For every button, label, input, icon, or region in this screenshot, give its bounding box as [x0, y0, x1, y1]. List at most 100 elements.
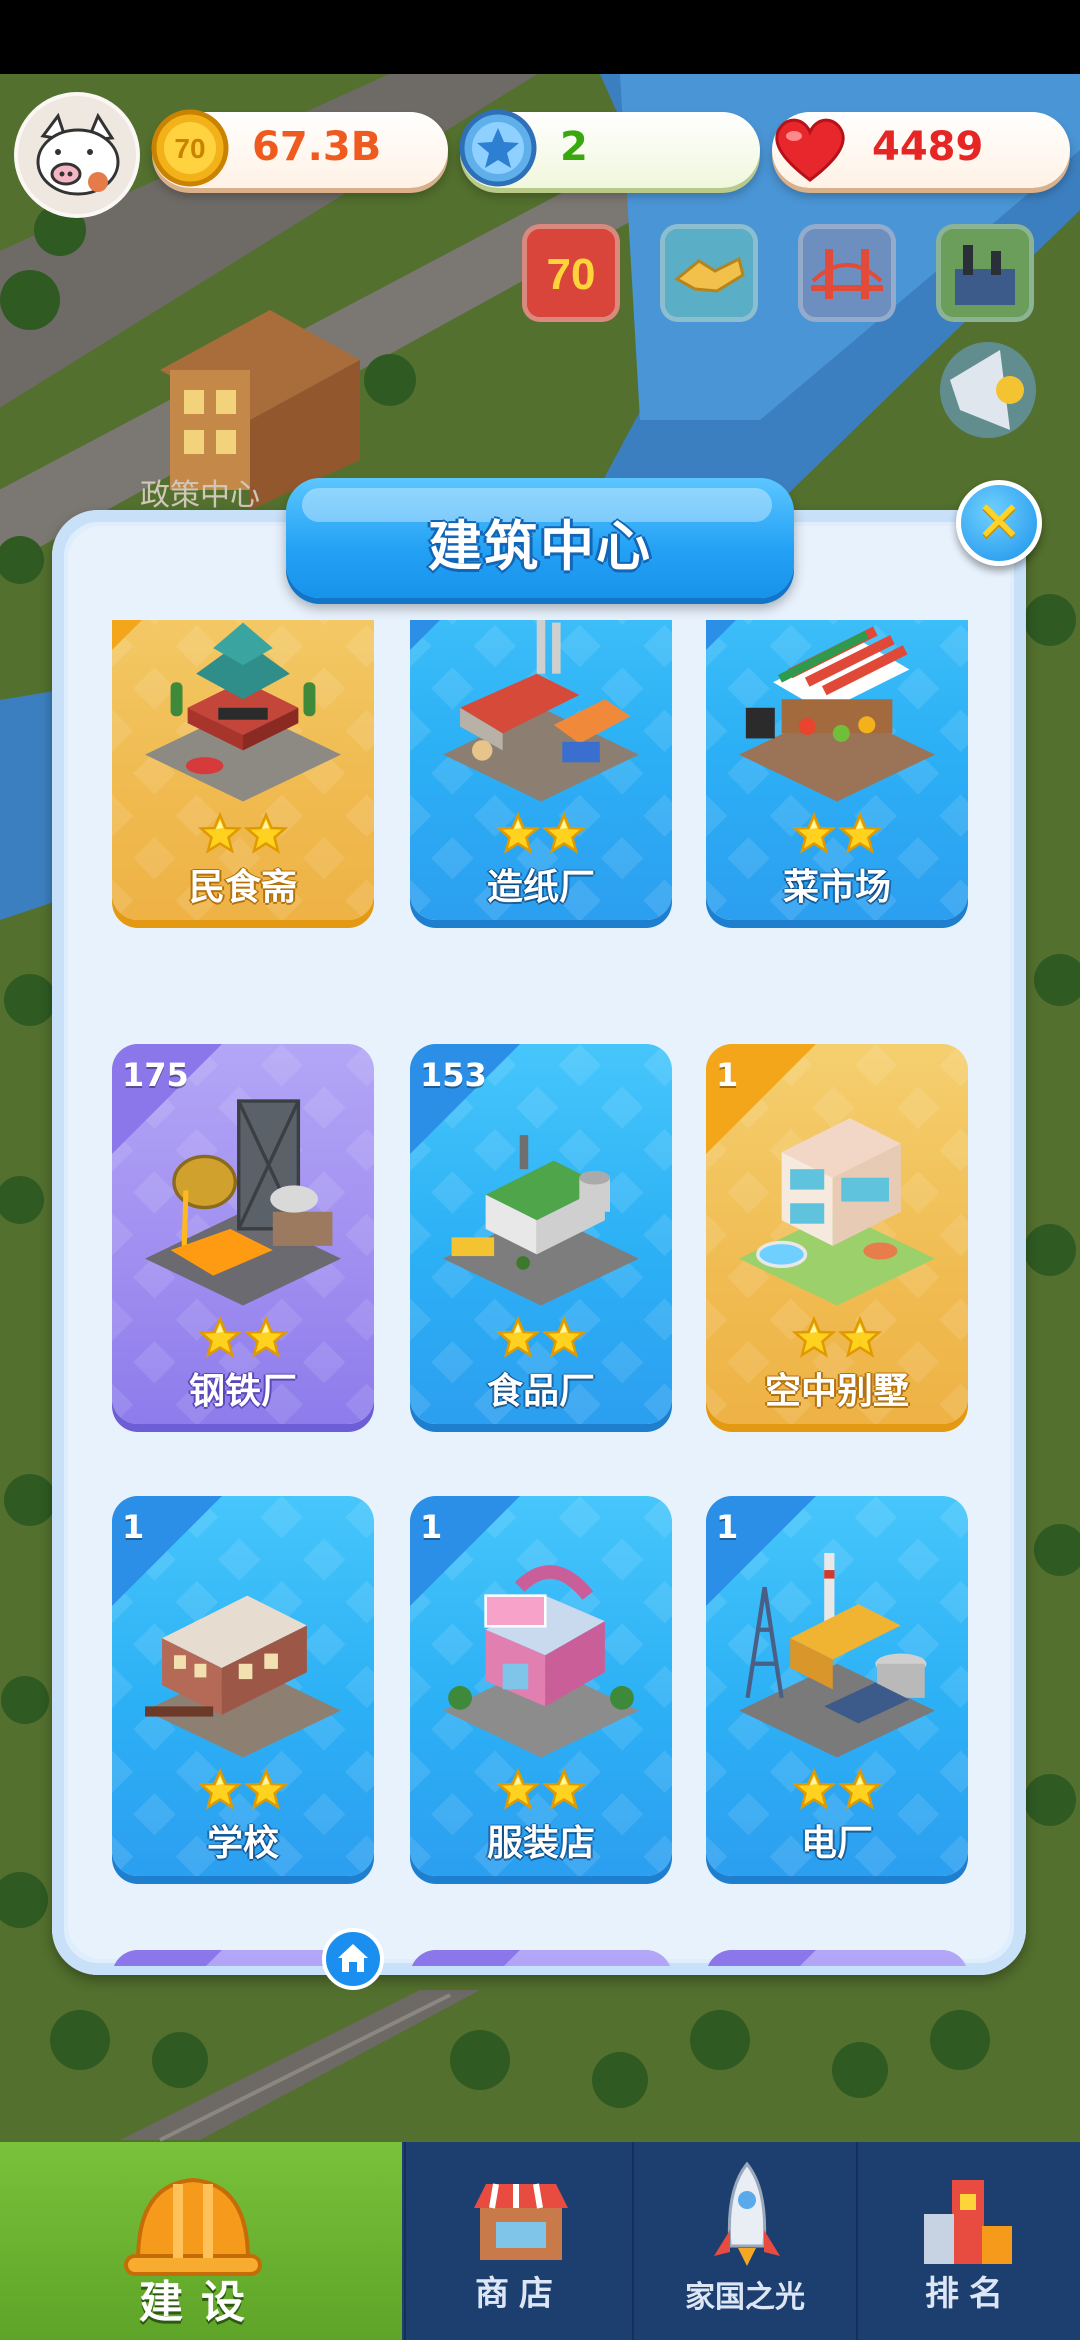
bridge-icon — [803, 229, 891, 317]
star-icon — [244, 812, 288, 854]
building-card[interactable]: 225造纸厂 — [410, 620, 672, 920]
bridge-event-button[interactable] — [798, 224, 896, 322]
star-rating — [410, 812, 672, 860]
star-rating — [706, 1316, 968, 1364]
nav-tab-build[interactable]: 建设 — [0, 2142, 402, 2340]
factory-icon — [941, 229, 1029, 317]
bottom-navigation: 建设 商店 家国之光 排名 — [0, 2142, 1080, 2340]
heart-counter[interactable]: 4489 — [772, 112, 1070, 188]
star-icon — [838, 1316, 882, 1358]
star-icon — [198, 812, 242, 854]
building-name: 空中别墅 — [764, 1371, 909, 1412]
building-illustration — [739, 1553, 935, 1758]
building-illustration — [739, 626, 935, 802]
heart-amount: 4489 — [872, 124, 984, 170]
building-name: 菜市场 — [782, 867, 891, 908]
building-card-partial[interactable] — [410, 1950, 672, 1966]
star-icon — [792, 1768, 836, 1810]
cooperation-event-button[interactable] — [660, 224, 758, 322]
heart-icon — [775, 118, 845, 182]
building-card[interactable]: 1 服装店 — [410, 1496, 672, 1876]
industry-event-button[interactable] — [936, 224, 1034, 322]
star-rating — [410, 1768, 672, 1816]
svg-text:70: 70 — [174, 133, 205, 164]
nav-label-build: 建设 — [139, 2277, 263, 2328]
podium-icon — [924, 2180, 1012, 2264]
building-illustration — [443, 1135, 639, 1306]
star-icon — [496, 812, 540, 854]
building-card[interactable]: 225民食斋 — [112, 620, 374, 920]
handshake-icon — [665, 229, 753, 317]
gold-counter[interactable]: 70 67.3B — [151, 109, 448, 188]
star-rating — [112, 1768, 374, 1816]
star-rating — [706, 1768, 968, 1816]
nav-label-shop: 商店 — [475, 2274, 563, 2314]
nav-tab-ranking[interactable]: 排名 — [856, 2142, 1080, 2340]
dialog-title: 建筑中心 — [428, 515, 652, 578]
star-icon — [838, 812, 882, 854]
star-icon — [496, 1768, 540, 1810]
star-token-amount: 2 — [560, 124, 588, 170]
building-illustration — [145, 622, 341, 802]
player-avatar[interactable] — [14, 92, 140, 218]
star-icon — [838, 1768, 882, 1810]
shop-icon — [474, 2183, 568, 2260]
close-icon: ✕ — [975, 490, 1023, 555]
map-building-label[interactable]: 政策中心 — [140, 479, 260, 512]
star-rating — [112, 1316, 374, 1364]
star-icon — [496, 1316, 540, 1358]
home-marker-icon — [322, 1928, 384, 1990]
building-card[interactable]: 200菜市场 — [706, 620, 968, 920]
star-icon — [244, 1316, 288, 1358]
star-token-counter[interactable]: 2 — [459, 109, 760, 188]
building-grid[interactable]: 225民食斋225造纸厂200菜市场 175钢铁厂153食品厂1空中别墅 1学校1服… — [60, 620, 1020, 1966]
blue-star-token-icon — [459, 109, 537, 187]
star-icon — [542, 1316, 586, 1358]
star-icon — [792, 812, 836, 854]
gold-coin-icon: 70 — [151, 109, 229, 187]
building-card[interactable]: 175 钢铁厂 — [112, 1044, 374, 1424]
building-name: 民食斋 — [188, 867, 297, 908]
star-icon — [542, 1768, 586, 1810]
building-illustration — [739, 1118, 935, 1306]
dialog-title-banner: 建筑中心 — [286, 478, 794, 598]
pig-avatar-icon — [18, 96, 136, 214]
star-rating — [410, 1316, 672, 1364]
building-name: 学校 — [206, 1823, 279, 1864]
close-button[interactable]: ✕ — [956, 480, 1042, 566]
building-card-partial[interactable] — [706, 1950, 968, 1966]
gold-amount: 67.3B — [252, 124, 382, 170]
star-icon — [198, 1316, 242, 1358]
building-name: 服装店 — [486, 1823, 595, 1864]
nav-label-ranking: 排名 — [925, 2274, 1013, 2314]
star-rating — [112, 812, 374, 860]
status-bar — [0, 0, 1080, 74]
building-illustration — [145, 1099, 341, 1306]
svg-text:70: 70 — [547, 250, 596, 299]
building-illustration — [443, 1565, 639, 1758]
building-name: 食品厂 — [486, 1371, 595, 1412]
star-icon — [244, 1768, 288, 1810]
count-ribbon — [410, 1950, 520, 1966]
rocket-icon — [714, 2161, 780, 2266]
anniversary-70-icon: 70 — [527, 229, 615, 317]
count-ribbon — [706, 1950, 816, 1966]
count-ribbon — [112, 1950, 222, 1966]
nav-tab-shop[interactable]: 商店 — [404, 2142, 632, 2340]
building-illustration — [145, 1595, 341, 1758]
star-icon — [198, 1768, 242, 1810]
building-name: 造纸厂 — [486, 867, 595, 908]
building-card[interactable]: 1 电厂 — [706, 1496, 968, 1876]
building-name: 钢铁厂 — [188, 1371, 297, 1412]
star-rating — [706, 812, 968, 860]
anniversary-event-button[interactable]: 70 — [522, 224, 620, 322]
building-illustration — [443, 620, 639, 802]
nav-label-national-glory: 家国之光 — [685, 2280, 805, 2315]
building-name: 电厂 — [800, 1823, 873, 1864]
nav-tab-national-glory[interactable]: 家国之光 — [632, 2142, 856, 2340]
star-icon — [542, 812, 586, 854]
building-card[interactable]: 153 食品厂 — [410, 1044, 672, 1424]
building-card[interactable]: 1 空中别墅 — [706, 1044, 968, 1424]
building-card[interactable]: 1 学校 — [112, 1496, 374, 1876]
star-icon — [792, 1316, 836, 1358]
